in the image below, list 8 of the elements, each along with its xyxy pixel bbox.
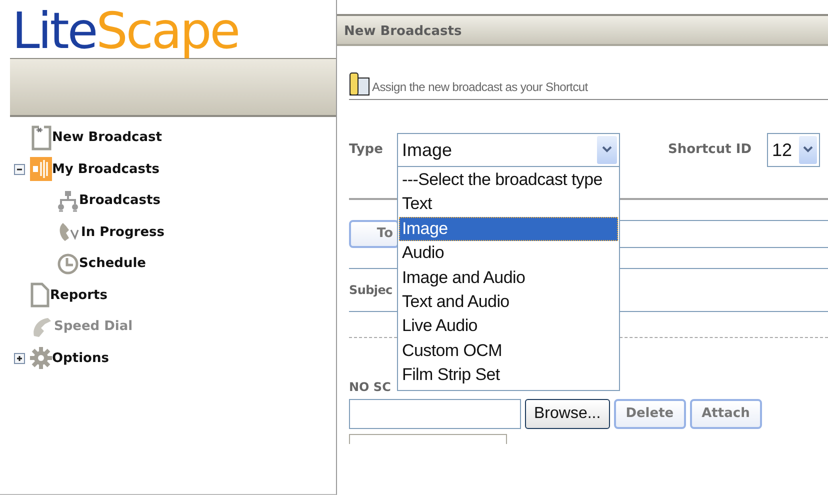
shortcut-id-label: Shortcut ID — [668, 141, 753, 160]
schedule-label: NO SC — [349, 380, 391, 394]
shortcut-note: Assign the new broadcast as your Shortcut — [372, 79, 588, 96]
type-label: Type — [349, 141, 384, 160]
logo-text: Lite — [12, 2, 96, 60]
panel-title: New Broadcasts — [337, 14, 828, 46]
logo-text: Scape — [96, 2, 238, 60]
subject-label: Subjec — [349, 282, 392, 299]
